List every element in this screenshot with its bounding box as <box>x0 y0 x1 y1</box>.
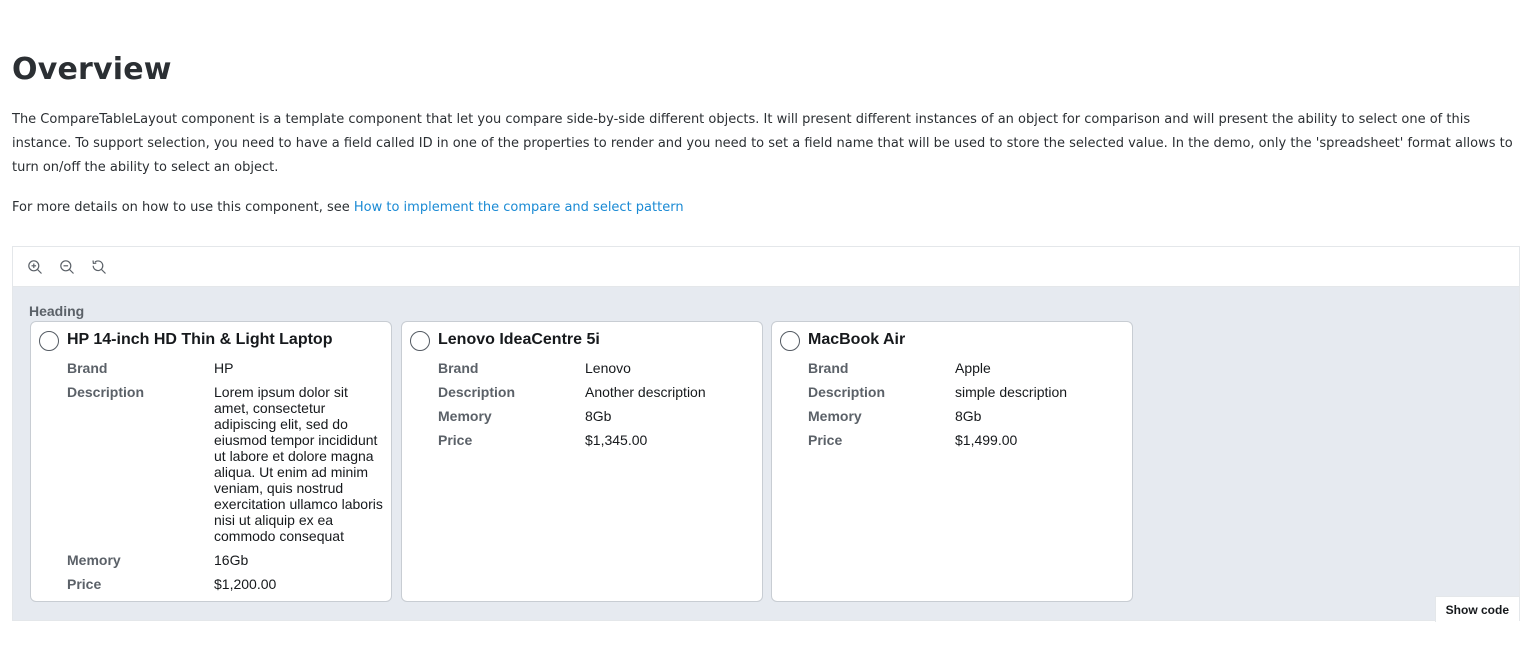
card-title: Lenovo IdeaCentre 5i <box>438 331 600 348</box>
property-value: $1,200.00 <box>214 576 277 592</box>
select-radio[interactable] <box>410 331 430 351</box>
reset-zoom-icon[interactable] <box>91 259 107 275</box>
zoom-out-icon[interactable] <box>59 259 75 275</box>
card-title: MacBook Air <box>808 331 906 348</box>
page-title: Overview <box>12 52 172 87</box>
select-radio[interactable] <box>39 331 59 351</box>
property-value: simple description <box>955 384 1068 400</box>
property-row: Memory 8Gb <box>808 408 1126 424</box>
property-row: Memory 16Gb <box>67 552 385 568</box>
property-label: Price <box>438 432 473 448</box>
property-label: Brand <box>808 360 849 376</box>
select-radio[interactable] <box>780 331 800 351</box>
compare-card: MacBook Air Brand Apple Description simple… <box>771 321 1133 602</box>
property-row: Price $1,499.00 <box>808 432 1126 448</box>
property-label: Memory <box>808 408 862 424</box>
compare-select-pattern-link[interactable]: How to implement the compare and select … <box>354 200 684 215</box>
property-value: $1,499.00 <box>955 432 1018 448</box>
zoom-in-icon[interactable] <box>27 259 43 275</box>
property-value: Lenovo <box>585 360 631 376</box>
property-row: Memory 8Gb <box>438 408 756 424</box>
property-list: Brand HP Description Lorem ipsum dolor sit… <box>67 360 385 600</box>
compare-card: HP 14-inch HD Thin & Light Laptop Brand H… <box>30 321 392 602</box>
overview-description: The CompareTableLayout component is a te… <box>12 112 1513 175</box>
property-row: Price $1,345.00 <box>438 432 756 448</box>
property-label: Price <box>67 576 102 592</box>
property-row: Description simple description <box>808 384 1126 400</box>
property-row: Description Another description <box>438 384 756 400</box>
property-label: Brand <box>438 360 479 376</box>
property-list: Brand Lenovo Description Another descripti… <box>438 360 756 456</box>
show-code-button[interactable]: Show code <box>1434 596 1519 622</box>
demo-toolbar <box>13 247 1519 287</box>
property-value: Another description <box>585 384 706 400</box>
demo-heading: Heading <box>29 303 85 319</box>
more-details-text: For more details on how to use this comp… <box>12 196 684 220</box>
property-label: Memory <box>67 552 121 568</box>
property-value: Lorem ipsum dolor sit amet, consectetur … <box>214 384 383 544</box>
property-value: 16Gb <box>214 552 249 568</box>
property-label: Description <box>438 384 516 400</box>
demo-panel: Heading HP 14-inch HD Thin & Light Lapto… <box>12 246 1520 622</box>
property-label: Description <box>67 384 145 400</box>
property-value: 8Gb <box>585 408 612 424</box>
more-details-prefix: For more details on how to use this comp… <box>12 200 354 215</box>
property-list: Brand Apple Description simple description… <box>808 360 1126 456</box>
property-label: Memory <box>438 408 492 424</box>
property-row: Brand HP <box>67 360 385 376</box>
property-value: $1,345.00 <box>585 432 648 448</box>
property-row: Description Lorem ipsum dolor sit amet, c… <box>67 384 385 544</box>
property-value: Apple <box>955 360 991 376</box>
property-row: Price $1,200.00 <box>67 576 385 592</box>
property-row: Brand Apple <box>808 360 1126 376</box>
property-label: Description <box>808 384 886 400</box>
property-label: Brand <box>67 360 108 376</box>
property-row: Brand Lenovo <box>438 360 756 376</box>
property-label: Price <box>808 432 843 448</box>
property-value: HP <box>214 360 234 376</box>
compare-card: Lenovo IdeaCentre 5i Brand Lenovo Descrip… <box>401 321 763 602</box>
property-value: 8Gb <box>955 408 982 424</box>
card-title: HP 14-inch HD Thin & Light Laptop <box>67 331 333 348</box>
